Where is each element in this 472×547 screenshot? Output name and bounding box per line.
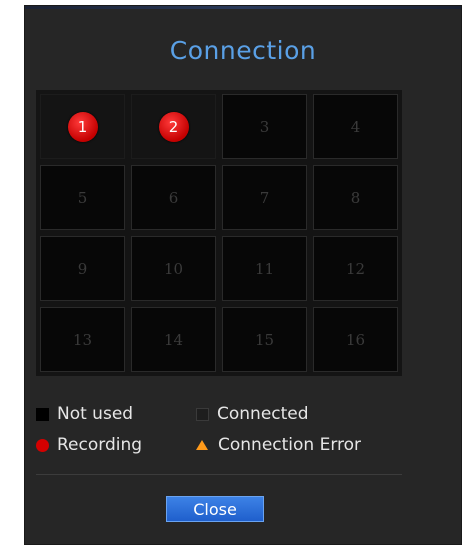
channel-cell-11[interactable]: 11 <box>222 236 307 301</box>
channel-cell-4[interactable]: 4 <box>313 94 398 159</box>
recording-badge-icon: 1 <box>67 111 98 142</box>
legend-connection-error: Connection Error <box>196 435 361 455</box>
channel-number: 4 <box>350 117 361 136</box>
channel-number: 10 <box>163 259 184 278</box>
dialog-top-border <box>25 6 461 9</box>
legend-connected: Connected <box>196 404 309 424</box>
channel-cell-9[interactable]: 9 <box>40 236 125 301</box>
legend-not-used-label: Not used <box>57 404 134 424</box>
channel-cell-5[interactable]: 5 <box>40 165 125 230</box>
channel-cell-8[interactable]: 8 <box>313 165 398 230</box>
channel-number: 13 <box>72 330 93 349</box>
legend: Not used Connected Recording Connection … <box>36 404 402 460</box>
close-button[interactable]: Close <box>166 496 264 522</box>
channel-number: 16 <box>345 330 366 349</box>
recording-badge-icon: 2 <box>158 111 189 142</box>
channel-cell-2[interactable]: 2 <box>131 94 216 159</box>
channel-cell-13[interactable]: 13 <box>40 307 125 372</box>
legend-connected-label: Connected <box>217 404 309 424</box>
channel-number: 7 <box>259 188 270 207</box>
channel-cell-6[interactable]: 6 <box>131 165 216 230</box>
channel-number: 3 <box>259 117 270 136</box>
dialog-title: Connection <box>169 36 317 65</box>
channel-cell-16[interactable]: 16 <box>313 307 398 372</box>
legend-recording: Recording <box>36 435 142 455</box>
channel-cell-7[interactable]: 7 <box>222 165 307 230</box>
legend-recording-label: Recording <box>57 435 143 455</box>
channel-number: 5 <box>77 188 88 207</box>
divider <box>36 474 402 475</box>
channel-number: 14 <box>163 330 184 349</box>
legend-not-used: Not used <box>36 404 133 424</box>
legend-connection-error-label: Connection Error <box>218 435 362 455</box>
channel-cell-15[interactable]: 15 <box>222 307 307 372</box>
channel-number: 12 <box>345 259 366 278</box>
channel-number: 9 <box>77 259 88 278</box>
channel-number: 15 <box>254 330 275 349</box>
channel-cell-3[interactable]: 3 <box>222 94 307 159</box>
recording-dot-icon <box>36 438 49 452</box>
not-used-swatch-icon <box>36 407 49 421</box>
channel-cell-1[interactable]: 1 <box>40 94 125 159</box>
channel-cell-10[interactable]: 10 <box>131 236 216 301</box>
channel-number: 6 <box>168 188 179 207</box>
connected-swatch-icon <box>196 407 209 421</box>
channel-grid: 1 2 3 4 5 6 7 8 9 10 11 12 13 14 15 16 <box>36 90 402 376</box>
channel-number: 11 <box>254 259 275 278</box>
channel-number: 8 <box>350 188 361 207</box>
channel-cell-14[interactable]: 14 <box>131 307 216 372</box>
channel-cell-12[interactable]: 12 <box>313 236 398 301</box>
warning-triangle-icon <box>196 440 208 450</box>
